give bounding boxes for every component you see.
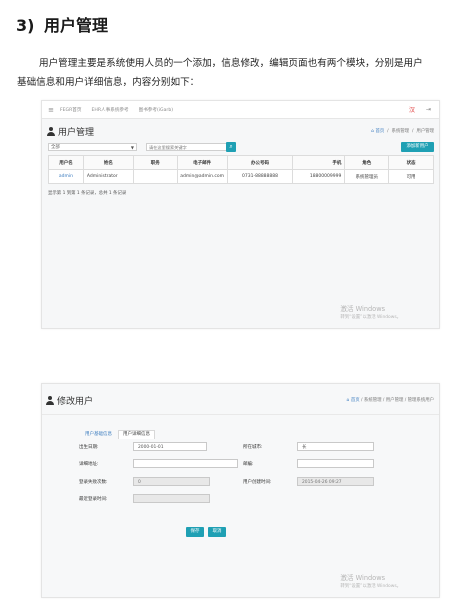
table-row[interactable]: admin Administrator admin@admin.com 0731…	[48, 169, 434, 184]
table-header-row: 用户名 姓名 职务 电子邮件 办公号码 手机 角色 状态	[48, 155, 434, 170]
edit-user-screenshot: 修改用户 ⌂ 首页 / 系统管理 / 用户管理 / 管理系统用户 用户基础信息 …	[41, 383, 440, 598]
section-title: 用户管理	[44, 16, 109, 35]
login-fail-count-label: 登录失败次数:	[79, 480, 108, 485]
watermark-title: 激活 Windows	[340, 305, 386, 313]
cell-position	[132, 169, 178, 184]
column-header[interactable]: 电子邮件	[176, 155, 228, 170]
login-fail-count-field: 0	[133, 477, 210, 486]
city-label: 所在城市:	[243, 445, 263, 450]
address-field[interactable]	[133, 459, 238, 468]
created-time-field: 2015-04-26 09:27	[297, 477, 374, 486]
section-heading: 3) 用户管理	[16, 12, 108, 36]
postcode-field[interactable]	[297, 459, 374, 468]
cell-username[interactable]: admin	[48, 169, 84, 184]
nav-link-ehr[interactable]: EHR人事系统参考	[91, 107, 128, 113]
intro-line-2: 基础信息和用户详细信息，内容分别如下：	[17, 77, 200, 88]
nav-link-home[interactable]: FEGR首页	[60, 107, 81, 113]
section-number: 3)	[16, 16, 35, 35]
page-header: 修改用户 ⌂ 首页 / 系统管理 / 用户管理 / 管理系统用户	[42, 384, 439, 415]
column-header[interactable]: 办公号码	[226, 155, 294, 170]
page-title-text: 修改用户	[57, 397, 94, 407]
breadcrumb-home-icon[interactable]: ⌂	[371, 129, 374, 134]
search-input[interactable]	[146, 143, 228, 151]
user-list-screenshot: ≡ FEGR首页 EHR人事系统参考 图书参考(iGarb) 汉 ⇥ 用户管理 …	[41, 100, 440, 329]
created-time-label: 用户创建时间:	[243, 480, 272, 485]
search-icon: ⌕	[229, 143, 233, 150]
breadcrumb-item: 用户管理	[416, 129, 434, 134]
chevron-down-icon: ▼	[130, 145, 134, 150]
column-header[interactable]: 姓名	[82, 155, 134, 170]
intro-paragraph: 用户管理主要是系统使用人员的一个添加，信息修改，编辑页面也有两个模块，分别是用户…	[17, 54, 453, 92]
tab-basic-info[interactable]: 用户基础信息	[80, 430, 117, 439]
postcode-label: 邮编:	[243, 462, 254, 467]
menu-icon[interactable]: ≡	[42, 106, 60, 114]
top-navbar: ≡ FEGR首页 EHR人事系统参考 图书参考(iGarb) 汉 ⇥	[42, 101, 439, 119]
cell-role: 系统管理员	[344, 169, 390, 184]
column-header[interactable]: 状态	[388, 155, 434, 170]
search-button[interactable]: ⌕	[226, 142, 236, 152]
logout-icon[interactable]: ⇥	[426, 106, 431, 113]
tab-bar: 用户基础信息 用户详细信息	[80, 430, 156, 439]
last-login-field	[133, 494, 210, 503]
status-select[interactable]: 全部 ▼	[48, 143, 137, 151]
breadcrumb-item: 管理系统用户	[407, 398, 434, 403]
breadcrumb-home[interactable]: 首页	[375, 129, 384, 134]
intro-line-1: 用户管理主要是系统使用人员的一个添加，信息修改，编辑页面也有两个模块，分别是用户	[39, 58, 423, 69]
breadcrumb: ⌂ 首页 / 系统管理 / 用户管理	[371, 129, 434, 134]
city-field[interactable]: 长	[297, 442, 374, 451]
user-icon	[46, 396, 54, 405]
nav-link-books[interactable]: 图书参考(iGarb)	[139, 107, 173, 113]
last-login-label: 最近登录时间:	[79, 497, 108, 502]
breadcrumb-home[interactable]: 首页	[351, 398, 360, 403]
watermark-title: 激活 Windows	[340, 574, 386, 582]
cell-office-phone: 0731-88888888	[226, 169, 294, 184]
windows-activation-watermark: 激活 Windows 转到“设置”以激活 Windows。	[340, 303, 401, 320]
watermark-subtitle: 转到“设置”以激活 Windows。	[340, 315, 401, 320]
breadcrumb: ⌂ 首页 / 系统管理 / 用户管理 / 管理系统用户	[346, 398, 434, 403]
status-select-value: 全部	[51, 145, 60, 150]
cell-name: Administrator	[82, 169, 134, 184]
page-title: 用户管理	[47, 125, 94, 138]
watermark-subtitle: 转到“设置”以激活 Windows。	[340, 584, 401, 589]
breadcrumb-home-icon[interactable]: ⌂	[347, 398, 350, 403]
cancel-button[interactable]: 取消	[208, 527, 226, 537]
birth-date-label: 出生日期:	[79, 445, 99, 450]
language-icon[interactable]: 汉	[409, 105, 415, 114]
cell-status: 可用	[388, 169, 434, 184]
column-header[interactable]: 职务	[132, 155, 178, 170]
page-header: 用户管理 ⌂ 首页 / 系统管理 / 用户管理	[42, 119, 439, 141]
column-header[interactable]: 用户名	[48, 155, 84, 170]
user-icon	[47, 127, 55, 136]
column-header[interactable]: 手机	[292, 155, 346, 170]
page-title: 修改用户	[46, 394, 93, 407]
page-title-text: 用户管理	[58, 128, 95, 138]
address-label: 详细地址:	[79, 462, 99, 467]
windows-activation-watermark: 激活 Windows 转到“设置”以激活 Windows。	[340, 572, 401, 589]
filter-bar: 全部 ▼ ⌕ 添加新用户	[42, 141, 439, 155]
add-user-button[interactable]: 添加新用户	[401, 142, 434, 152]
breadcrumb-item[interactable]: 用户管理	[386, 398, 404, 403]
birth-date-field[interactable]: 2000-01-01	[133, 442, 207, 451]
users-table: 用户名 姓名 职务 电子邮件 办公号码 手机 角色 状态 admin Admin…	[48, 155, 434, 184]
column-header[interactable]: 角色	[344, 155, 390, 170]
tab-detail-info[interactable]: 用户详细信息	[118, 430, 155, 439]
breadcrumb-item[interactable]: 系统管理	[364, 398, 382, 403]
pagination-info: 显示第 1 到第 1 条记录，总共 1 条记录	[48, 191, 127, 196]
cell-email: admin@admin.com	[176, 169, 228, 184]
save-button[interactable]: 保存	[186, 527, 204, 537]
cell-mobile: 18800009999	[292, 169, 346, 184]
breadcrumb-item[interactable]: 系统管理	[392, 129, 410, 134]
